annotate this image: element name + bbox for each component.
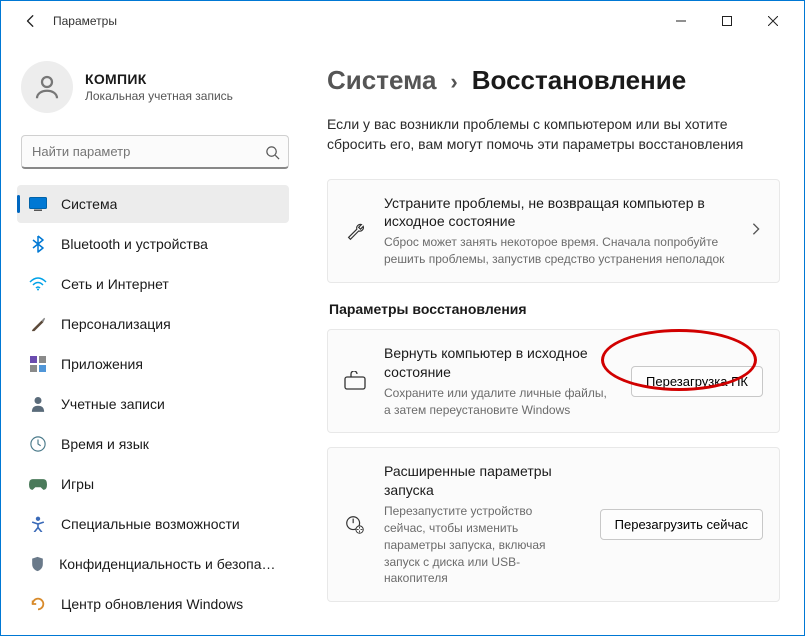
nav-label: Конфиденциальность и безопасность xyxy=(59,556,279,572)
card-title: Устраните проблемы, не возвращая компьют… xyxy=(384,194,733,232)
window-title: Параметры xyxy=(53,14,117,28)
chevron-right-icon: › xyxy=(450,69,457,95)
nav-label: Приложения xyxy=(61,356,143,372)
nav-item-personalization[interactable]: Персонализация xyxy=(17,305,289,343)
card-subtitle: Сохраните или удалите личные файлы, а за… xyxy=(384,385,614,419)
nav-item-time-language[interactable]: Время и язык xyxy=(17,425,289,463)
system-icon xyxy=(29,195,47,213)
nav-label: Bluetooth и устройства xyxy=(61,236,208,252)
reset-pc-card: Вернуть компьютер в исходное состояние С… xyxy=(327,329,780,433)
close-icon xyxy=(768,16,778,26)
card-title: Вернуть компьютер в исходное состояние xyxy=(384,344,614,382)
nav-item-accessibility[interactable]: Специальные возможности xyxy=(17,505,289,543)
back-button[interactable] xyxy=(17,7,45,35)
search-icon xyxy=(265,145,280,160)
nav-label: Сеть и Интернет xyxy=(61,276,169,292)
nav-item-gaming[interactable]: Игры xyxy=(17,465,289,503)
accessibility-icon xyxy=(29,515,47,533)
breadcrumb-parent[interactable]: Система xyxy=(327,65,436,96)
avatar xyxy=(21,61,73,113)
maximize-button[interactable] xyxy=(704,5,750,37)
intro-text: Если у вас возникли проблемы с компьютер… xyxy=(327,114,777,155)
nav-item-network[interactable]: Сеть и Интернет xyxy=(17,265,289,303)
accounts-icon xyxy=(29,395,47,413)
user-account-type: Локальная учетная запись xyxy=(85,89,233,103)
shield-icon xyxy=(29,555,45,573)
search-input[interactable] xyxy=(21,135,289,169)
nav-item-system[interactable]: Система xyxy=(17,185,289,223)
nav-item-bluetooth[interactable]: Bluetooth и устройства xyxy=(17,225,289,263)
card-subtitle: Перезапустите устройство сейчас, чтобы и… xyxy=(384,503,574,587)
chevron-right-icon xyxy=(749,222,763,239)
card-title: Расширенные параметры запуска xyxy=(384,462,574,500)
nav-item-privacy[interactable]: Конфиденциальность и безопасность xyxy=(17,545,289,583)
card-subtitle: Сброс может занять некоторое время. Снач… xyxy=(384,234,733,268)
nav-label: Игры xyxy=(61,476,94,492)
clock-globe-icon xyxy=(29,435,47,453)
power-gear-icon xyxy=(342,512,368,538)
paintbrush-icon xyxy=(29,315,47,333)
nav-label: Время и язык xyxy=(61,436,149,452)
nav-label: Центр обновления Windows xyxy=(61,596,243,612)
close-button[interactable] xyxy=(750,5,796,37)
nav-item-windows-update[interactable]: Центр обновления Windows xyxy=(17,585,289,623)
section-heading: Параметры восстановления xyxy=(329,301,780,317)
nav-label: Учетные записи xyxy=(61,396,165,412)
user-name: КОМПИК xyxy=(85,71,233,87)
reset-icon xyxy=(342,368,368,394)
minimize-icon xyxy=(676,16,686,26)
troubleshoot-card[interactable]: Устраните проблемы, не возвращая компьют… xyxy=(327,179,780,283)
nav-label: Персонализация xyxy=(61,316,171,332)
breadcrumb: Система › Восстановление xyxy=(327,65,780,96)
gaming-icon xyxy=(29,475,47,493)
person-icon xyxy=(32,72,62,102)
restart-now-button[interactable]: Перезагрузить сейчас xyxy=(600,509,763,540)
advanced-startup-card: Расширенные параметры запуска Перезапуст… xyxy=(327,447,780,602)
nav-item-accounts[interactable]: Учетные записи xyxy=(17,385,289,423)
arrow-left-icon xyxy=(24,14,38,28)
search-button[interactable] xyxy=(261,141,283,163)
nav-label: Система xyxy=(61,196,117,212)
nav-item-apps[interactable]: Приложения xyxy=(17,345,289,383)
reset-pc-button[interactable]: Перезагрузка ПК xyxy=(631,366,763,397)
update-icon xyxy=(29,595,47,613)
minimize-button[interactable] xyxy=(658,5,704,37)
bluetooth-icon xyxy=(29,235,47,253)
apps-icon xyxy=(29,355,47,373)
maximize-icon xyxy=(722,16,732,26)
wrench-icon xyxy=(342,218,368,244)
nav-label: Специальные возможности xyxy=(61,516,240,532)
breadcrumb-current: Восстановление xyxy=(472,65,686,96)
user-block[interactable]: КОМПИК Локальная учетная запись xyxy=(17,53,293,129)
wifi-icon xyxy=(29,275,47,293)
